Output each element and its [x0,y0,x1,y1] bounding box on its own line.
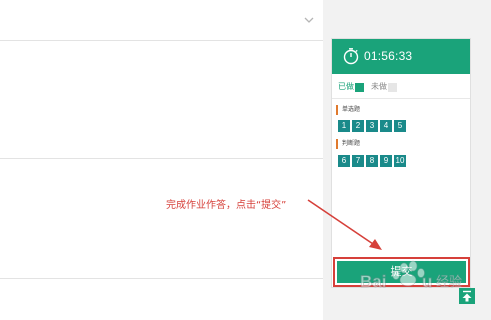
question-button-7[interactable]: 7 [352,155,364,167]
exam-page: 01:56:33 已做 未做 单选题 1 2 3 4 5 判断题 6 7 8 9 … [0,0,491,320]
section-title-single-choice: 单选题 [336,105,360,115]
legend: 已做 未做 [338,81,404,93]
question-button-4[interactable]: 4 [380,120,392,132]
pointer-arrow [307,199,382,250]
question-grid-single-choice: 1 2 3 4 5 [338,120,408,132]
question-grid-true-false: 6 7 8 9 10 [338,155,408,167]
legend-done-label: 已做 [338,82,354,91]
question-button-8[interactable]: 8 [366,155,378,167]
question-button-2[interactable]: 2 [352,120,364,132]
question-content-area [0,40,323,159]
main-content [0,0,323,320]
question-button-10[interactable]: 10 [394,155,406,167]
question-button-1[interactable]: 1 [338,120,350,132]
legend-done-swatch [355,82,364,92]
answer-content-area [0,158,323,279]
stopwatch-icon [342,47,360,65]
question-button-5[interactable]: 5 [394,120,406,132]
submit-button[interactable]: 提交 [337,261,466,283]
timer-bar: 01:56:33 [332,39,470,74]
instruction-annotation: 完成作业作答，点击“提交” [166,200,287,211]
arrow-up-icon [462,290,472,302]
legend-todo-label: 未做 [371,82,387,91]
divider [332,98,470,99]
question-button-6[interactable]: 6 [338,155,350,167]
section-title-true-false: 判断题 [336,139,360,149]
submit-highlight: 提交 [333,257,470,287]
dropdown-select[interactable] [0,0,323,41]
question-button-3[interactable]: 3 [366,120,378,132]
question-button-9[interactable]: 9 [380,155,392,167]
back-to-top-button[interactable] [459,288,475,304]
timer-value: 01:56:33 [364,49,413,63]
legend-todo-swatch [388,82,397,92]
chevron-down-icon[interactable] [303,14,315,26]
